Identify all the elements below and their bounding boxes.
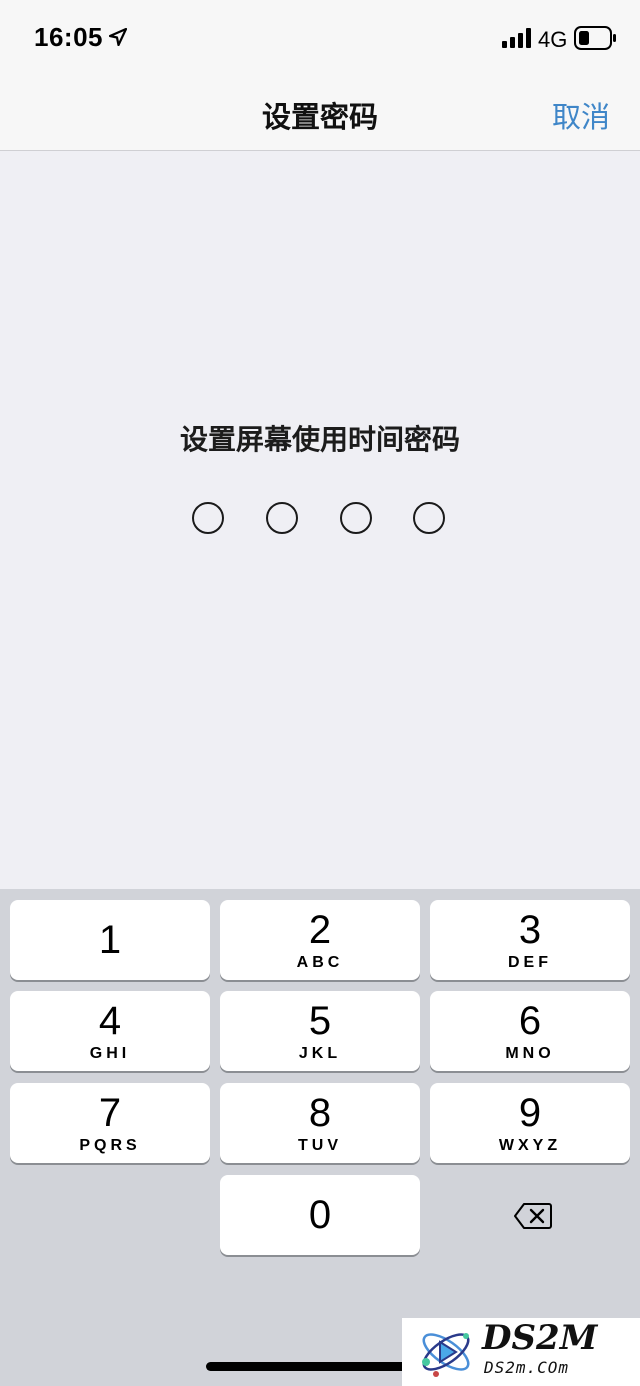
- numeric-keypad: 1 2 ABC 3 DEF 4 GHI 5 JKL 6 MNO 7 PQRS 8…: [0, 889, 640, 1386]
- key-letters: MNO: [505, 1045, 555, 1062]
- passcode-prompt: 设置屏幕使用时间密码: [179, 424, 460, 455]
- passcode-dots: [192, 502, 452, 534]
- passcode-screen: 16:05 4G 设置密码 取消 设置屏幕使用时间密码 1 2 ABC 3 DE…: [0, 0, 640, 1386]
- key-digit: 0: [308, 1193, 332, 1237]
- key-digit: 8: [308, 1091, 332, 1135]
- key-3[interactable]: 3 DEF: [430, 900, 630, 980]
- battery-icon: [574, 26, 616, 50]
- key-letters: PQRS: [79, 1137, 141, 1154]
- key-digit: 3: [518, 908, 542, 952]
- key-6[interactable]: 6 MNO: [430, 991, 630, 1071]
- key-9[interactable]: 9 WXYZ: [430, 1083, 630, 1163]
- watermark-text: DS2M: [482, 1318, 598, 1358]
- delete-button[interactable]: [430, 1176, 630, 1256]
- home-indicator[interactable]: [206, 1362, 434, 1371]
- key-digit: 4: [98, 999, 122, 1043]
- key-digit: 5: [308, 999, 332, 1043]
- key-letters: WXYZ: [498, 1137, 562, 1154]
- top-bar: 16:05 4G 设置密码 取消: [0, 0, 640, 151]
- passcode-dot: [266, 502, 298, 534]
- status-time: 16:05: [34, 22, 103, 52]
- location-arrow-icon: [109, 28, 127, 46]
- key-letters: ABC: [296, 954, 344, 971]
- key-digit: 6: [518, 999, 542, 1043]
- key-5[interactable]: 5 JKL: [220, 991, 420, 1071]
- page-title: 设置密码: [261, 102, 378, 134]
- key-8[interactable]: 8 TUV: [220, 1083, 420, 1163]
- key-digit: 1: [98, 918, 122, 962]
- key-letters: JKL: [298, 1045, 342, 1062]
- passcode-dot: [413, 502, 445, 534]
- key-1[interactable]: 1: [10, 900, 210, 980]
- backspace-icon: [514, 1203, 552, 1229]
- key-letters: DEF: [508, 954, 552, 971]
- key-digit: 7: [98, 1091, 122, 1135]
- key-letters: GHI: [89, 1045, 131, 1062]
- key-digit: 9: [518, 1091, 542, 1135]
- signal-icon: [502, 28, 531, 48]
- key-7[interactable]: 7 PQRS: [10, 1083, 210, 1163]
- watermark-url: DS2m.COm: [484, 1358, 570, 1377]
- atom-logo-icon: [422, 1333, 470, 1377]
- key-0[interactable]: 0: [220, 1175, 420, 1255]
- passcode-dot: [192, 502, 224, 534]
- key-letters: TUV: [298, 1137, 342, 1154]
- key-2[interactable]: 2 ABC: [220, 900, 420, 980]
- key-digit: 2: [308, 908, 332, 952]
- watermark-logo: DS2M DS2m.COm: [402, 1318, 640, 1386]
- passcode-dot: [340, 502, 372, 534]
- cancel-button[interactable]: 取消: [552, 94, 610, 136]
- network-type: 4G: [538, 27, 568, 52]
- key-4[interactable]: 4 GHI: [10, 991, 210, 1071]
